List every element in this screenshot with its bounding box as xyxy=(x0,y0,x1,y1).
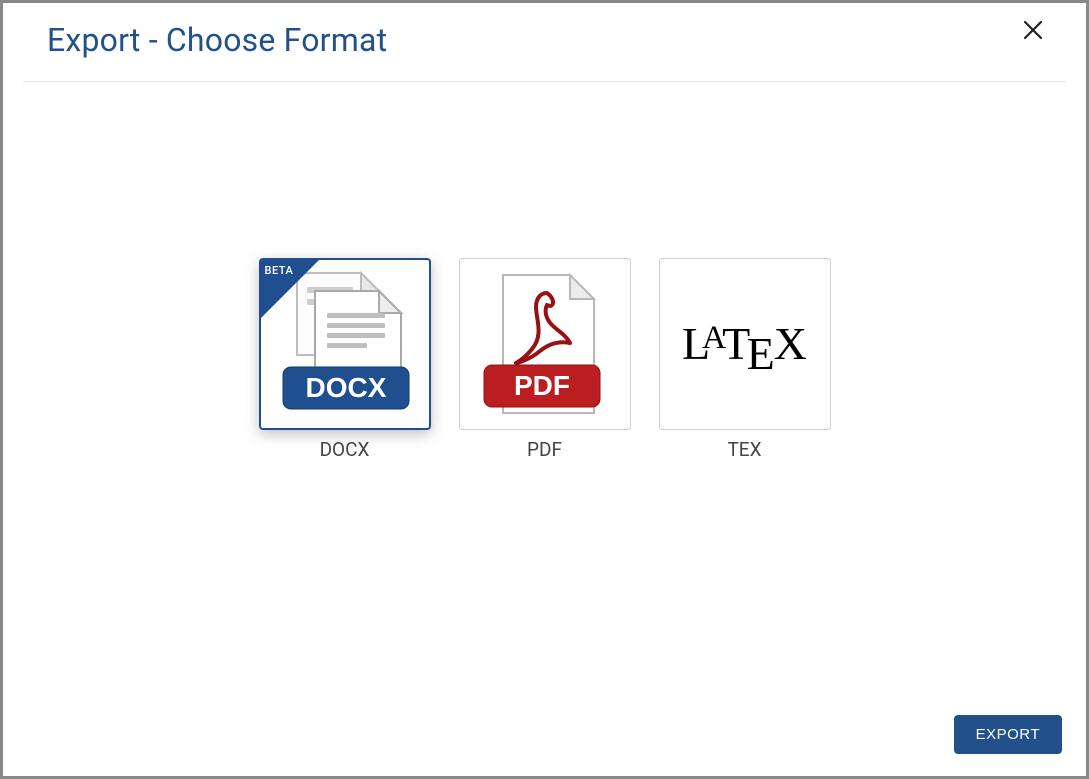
format-tile-pdf: PDF xyxy=(459,258,631,430)
format-options: BETA xyxy=(259,258,831,461)
close-button[interactable] xyxy=(1018,15,1048,45)
dialog-header: Export - Choose Format xyxy=(23,3,1066,82)
latex-icon: LATEX xyxy=(682,321,807,367)
dialog-title: Export - Choose Format xyxy=(47,21,387,59)
docx-badge-text: DOCX xyxy=(305,372,386,403)
format-label-tex: TEX xyxy=(727,438,761,461)
beta-badge: BETA xyxy=(265,264,294,277)
format-option-docx[interactable]: BETA xyxy=(259,258,431,461)
close-icon xyxy=(1022,19,1044,41)
export-dialog: Export - Choose Format BETA xyxy=(0,0,1089,779)
pdf-file-icon: PDF xyxy=(470,269,620,419)
export-button[interactable]: EXPORT xyxy=(954,715,1062,754)
dialog-footer: EXPORT xyxy=(3,697,1086,776)
format-tile-docx: BETA xyxy=(259,258,431,430)
format-label-pdf: PDF xyxy=(527,438,562,461)
dialog-body: BETA xyxy=(3,82,1086,697)
pdf-badge-text: PDF xyxy=(514,370,570,401)
format-label-docx: DOCX xyxy=(320,438,370,461)
format-tile-tex: LATEX xyxy=(659,258,831,430)
format-option-tex[interactable]: LATEX TEX xyxy=(659,258,831,461)
format-option-pdf[interactable]: PDF PDF xyxy=(459,258,631,461)
